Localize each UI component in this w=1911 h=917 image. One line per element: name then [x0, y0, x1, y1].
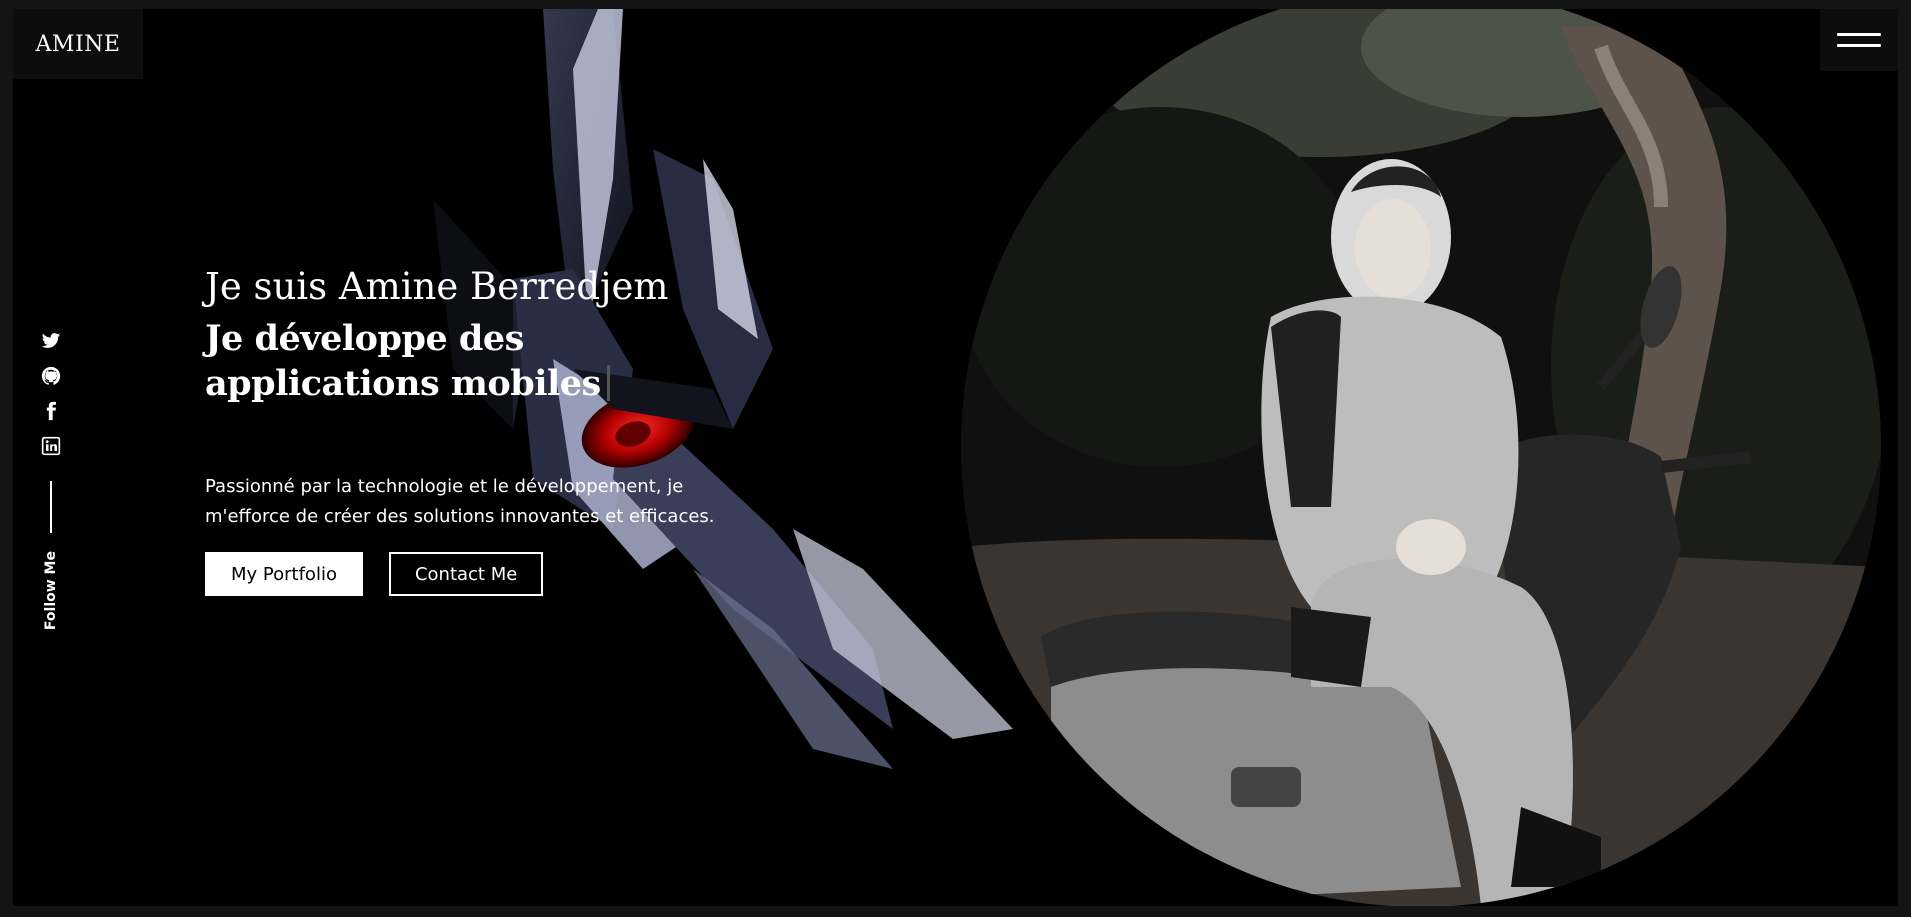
menu-button[interactable] — [1820, 9, 1898, 71]
hamburger-menu-icon-line — [1837, 44, 1881, 47]
twitter-link[interactable] — [40, 331, 62, 353]
hero-buttons: My Portfolio Contact Me — [205, 552, 765, 596]
github-icon — [41, 366, 61, 385]
twitter-icon — [41, 333, 61, 348]
logo-text: AMINE — [35, 31, 121, 57]
profile-photo-image — [961, 9, 1881, 906]
hero-headline: Je développe des applications mobiles — [205, 316, 765, 406]
logo[interactable]: AMINE — [13, 9, 143, 79]
hero-description: Passionné par la technologie et le dével… — [205, 476, 715, 527]
contact-me-button[interactable]: Contact Me — [388, 552, 544, 596]
linkedin-link[interactable] — [40, 436, 62, 458]
facebook-link[interactable] — [40, 401, 62, 423]
hero-section: Je suis Amine Berredjem Je développe des… — [205, 264, 765, 596]
typed-headline-text: Je développe des applications mobiles — [205, 318, 601, 404]
my-portfolio-button[interactable]: My Portfolio — [205, 552, 363, 596]
page-frame: AMINE Follow Me Je suis Amine Berredjem … — [13, 9, 1898, 906]
social-links: Follow Me — [39, 331, 63, 630]
typing-caret — [606, 365, 610, 401]
facebook-icon — [46, 401, 56, 421]
hamburger-menu-icon — [1837, 33, 1881, 36]
follow-me-label: Follow Me — [43, 551, 59, 631]
linkedin-icon — [41, 436, 61, 456]
social-divider — [50, 481, 52, 533]
hero-greeting: Je suis Amine Berredjem — [205, 265, 669, 308]
github-link[interactable] — [40, 366, 62, 388]
profile-photo — [961, 9, 1881, 906]
